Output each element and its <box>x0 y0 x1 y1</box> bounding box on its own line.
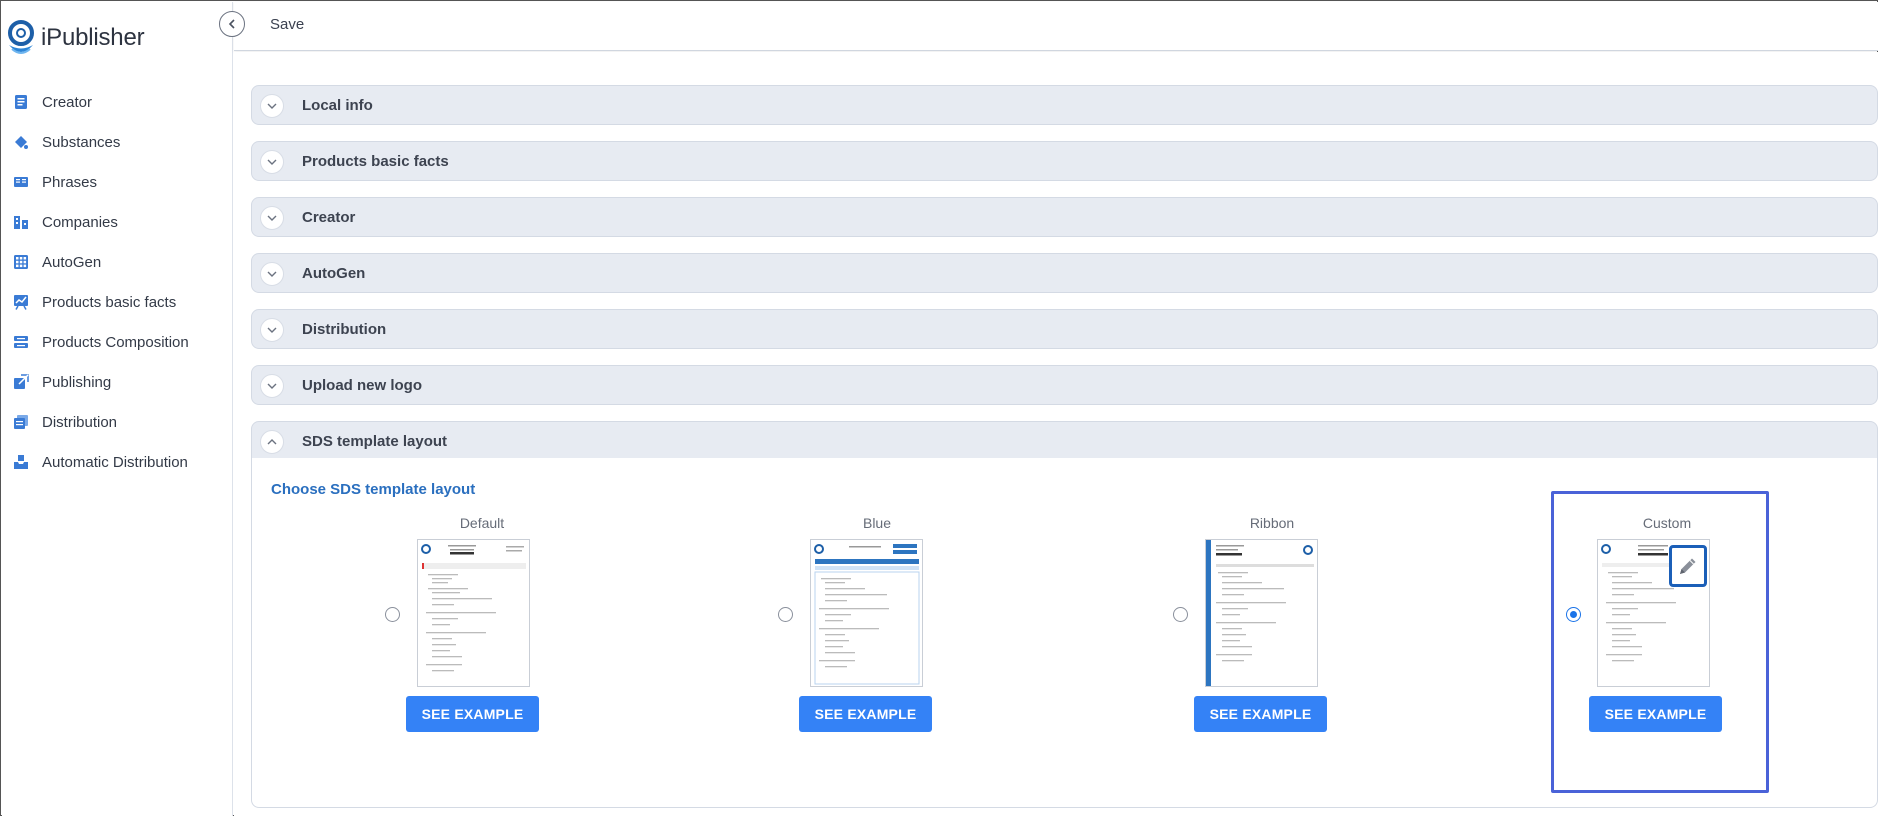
publish-icon <box>14 374 29 389</box>
template-thumbnail-blue <box>810 539 923 687</box>
sidebar-item-products-composition[interactable]: Products Composition <box>2 322 233 362</box>
panel-products-basic-facts[interactable]: Products basic facts <box>251 141 1878 181</box>
inbox-tray-icon <box>14 455 28 469</box>
panel-autogen[interactable]: AutoGen <box>251 253 1878 293</box>
sidebar-item-publishing[interactable]: Publishing <box>2 362 233 402</box>
chart-board-icon <box>14 295 28 310</box>
panel-title: AutoGen <box>302 265 366 282</box>
template-thumbnail-ribbon <box>1205 539 1318 687</box>
sidebar-nav: Creator Substances Phrases Companies Aut… <box>2 82 233 482</box>
sidebar-item-label: Creator <box>42 93 93 111</box>
grid-icon <box>14 255 28 269</box>
radio-blue[interactable] <box>778 607 793 622</box>
template-option-ribbon: Ribbon SEE EXAMPLE <box>1173 515 1382 732</box>
sidebar-item-autogen[interactable]: AutoGen <box>2 242 233 282</box>
chevron-down-icon <box>260 206 284 230</box>
paint-bucket-icon <box>15 136 28 149</box>
app-frame: iPublisher Creator Substances Phrases Co… <box>0 0 1878 816</box>
sidebar-item-label: Automatic Distribution <box>42 453 188 471</box>
sidebar-item-label: Distribution <box>42 413 118 431</box>
brand[interactable]: iPublisher <box>6 18 145 58</box>
chevron-down-icon <box>260 318 284 342</box>
top-bar: Save <box>219 2 1878 51</box>
selection-highlight <box>1551 491 1769 793</box>
panel-local-info[interactable]: Local info <box>251 85 1878 125</box>
sidebar-item-label: Products Composition <box>42 333 189 351</box>
sidebar-item-label: Publishing <box>42 373 112 391</box>
sidebar-item-label: Substances <box>42 133 121 151</box>
book-icon <box>14 177 28 187</box>
radio-default[interactable] <box>385 607 400 622</box>
sidebar-item-products-basic-facts[interactable]: Products basic facts <box>2 282 233 322</box>
panel-title: SDS template layout <box>302 433 448 450</box>
sidebar-item-label: Products basic facts <box>42 293 177 311</box>
chevron-down-icon <box>260 150 284 174</box>
buildings-icon <box>14 216 28 229</box>
ipublisher-logo-icon <box>8 20 34 54</box>
sidebar-item-label: AutoGen <box>42 253 102 271</box>
sidebar-item-substances[interactable]: Substances <box>2 122 233 162</box>
layers-icon <box>14 336 28 348</box>
chevron-left-icon <box>228 19 235 29</box>
stacked-docs-icon <box>14 415 28 429</box>
panel-sds-template-layout[interactable]: SDS template layout <box>251 421 1878 461</box>
sidebar-item-automatic-distribution[interactable]: Automatic Distribution <box>2 442 233 482</box>
see-example-button-blue[interactable]: SEE EXAMPLE <box>799 696 932 732</box>
template-thumbnail-default <box>417 539 530 687</box>
panel-title: Creator <box>302 209 356 226</box>
collapse-sidebar-button[interactable] <box>219 11 245 37</box>
sidebar-item-label: Companies <box>42 213 118 231</box>
panel-upload-new-logo[interactable]: Upload new logo <box>251 365 1878 405</box>
template-option-blue: Blue SEE EXAMPLE <box>778 515 987 732</box>
save-button[interactable]: Save <box>270 16 304 33</box>
option-label: Blue <box>862 515 892 531</box>
brand-name: iPublisher <box>41 24 145 51</box>
sidebar-item-distribution[interactable]: Distribution <box>2 402 233 442</box>
chevron-up-icon <box>260 430 284 454</box>
radio-ribbon[interactable] <box>1173 607 1188 622</box>
panel-title: Upload new logo <box>302 377 422 394</box>
see-example-button-ribbon[interactable]: SEE EXAMPLE <box>1194 696 1327 732</box>
chevron-down-icon <box>260 262 284 286</box>
panel-title: Local info <box>302 97 373 114</box>
option-label: Ribbon <box>1249 515 1295 531</box>
chevron-down-icon <box>260 374 284 398</box>
section-heading: Choose SDS template layout <box>271 481 476 498</box>
template-option-default: Default SEE EXAMPLE <box>385 515 592 732</box>
panel-title: Distribution <box>302 321 387 338</box>
chevron-down-icon <box>260 94 284 118</box>
sidebar: iPublisher Creator Substances Phrases Co… <box>2 2 233 816</box>
sidebar-item-phrases[interactable]: Phrases <box>2 162 233 202</box>
see-example-button-default[interactable]: SEE EXAMPLE <box>406 696 539 732</box>
sidebar-item-companies[interactable]: Companies <box>2 202 233 242</box>
option-label: Default <box>459 515 505 531</box>
panel-title: Products basic facts <box>302 153 449 170</box>
panel-creator[interactable]: Creator <box>251 197 1878 237</box>
sidebar-item-label: Phrases <box>42 173 98 191</box>
panel-distribution[interactable]: Distribution <box>251 309 1878 349</box>
document-icon <box>15 95 27 109</box>
sidebar-item-creator[interactable]: Creator <box>2 82 233 122</box>
